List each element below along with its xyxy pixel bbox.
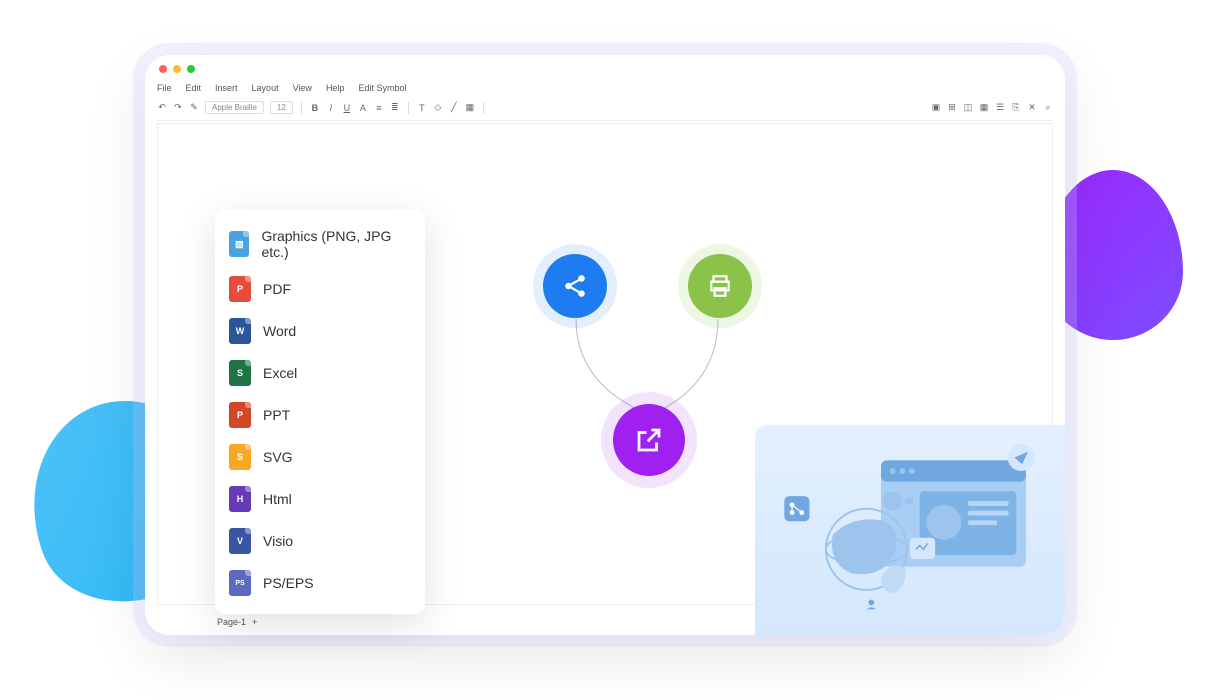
export-ppt[interactable]: P PPT	[215, 394, 425, 436]
line-icon[interactable]: ╱	[449, 103, 459, 113]
font-selector[interactable]: Apple Braille	[205, 101, 264, 114]
menu-edit[interactable]: Edit	[186, 83, 202, 93]
minimize-button[interactable]	[173, 65, 181, 73]
html-file-icon: H	[229, 486, 251, 512]
close-button[interactable]	[159, 65, 167, 73]
pdf-file-icon: P	[229, 276, 251, 302]
export-graphics-label: Graphics (PNG, JPG etc.)	[261, 228, 411, 260]
ppt-file-icon: P	[229, 402, 251, 428]
menu-layout[interactable]: Layout	[252, 83, 279, 93]
export-format-menu: ▧ Graphics (PNG, JPG etc.) P PDF W Word …	[215, 210, 425, 614]
table-icon[interactable]: ⊞	[947, 103, 957, 113]
menu-insert[interactable]: Insert	[215, 83, 238, 93]
bold-icon[interactable]: B	[310, 103, 320, 113]
maximize-button[interactable]	[187, 65, 195, 73]
share-node[interactable]	[543, 254, 607, 318]
shadow-icon[interactable]: ▦	[465, 103, 475, 113]
clipboard-icon[interactable]: ☰	[995, 103, 1005, 113]
align-left-icon[interactable]: ≡	[374, 103, 384, 113]
export-graphics[interactable]: ▧ Graphics (PNG, JPG etc.)	[215, 220, 425, 268]
redo-icon[interactable]: ↷	[173, 103, 183, 113]
menu-bar: File Edit Insert Layout View Help Edit S…	[157, 83, 406, 93]
italic-icon[interactable]: I	[326, 103, 336, 113]
page-tabs: Page-1 +	[217, 617, 257, 627]
export-icon	[634, 425, 664, 455]
preview-card	[755, 425, 1065, 635]
export-pdf[interactable]: P PDF	[215, 268, 425, 310]
printer-icon	[707, 273, 733, 299]
undo-icon[interactable]: ↶	[157, 103, 167, 113]
export-ps-eps[interactable]: PS PS/EPS	[215, 562, 425, 604]
export-pdf-label: PDF	[263, 281, 291, 297]
print-node[interactable]	[688, 254, 752, 318]
export-svg-label: SVG	[263, 449, 293, 465]
ps-file-icon: PS	[229, 570, 251, 596]
menu-view[interactable]: View	[293, 83, 312, 93]
link-icon[interactable]: ⎘	[1011, 103, 1021, 113]
share-icon	[562, 273, 588, 299]
preview-illustration	[773, 443, 1047, 617]
export-word[interactable]: W Word	[215, 310, 425, 352]
export-node[interactable]	[613, 404, 685, 476]
font-size-selector[interactable]: 12	[270, 101, 293, 114]
export-ps-eps-label: PS/EPS	[263, 575, 314, 591]
add-page-button[interactable]: +	[252, 617, 257, 627]
image-icon[interactable]: ▣	[931, 103, 941, 113]
export-ppt-label: PPT	[263, 407, 290, 423]
excel-file-icon: S	[229, 360, 251, 386]
export-excel[interactable]: S Excel	[215, 352, 425, 394]
export-html-label: Html	[263, 491, 292, 507]
export-svg[interactable]: S SVG	[215, 436, 425, 478]
fill-icon[interactable]: ◇	[433, 103, 443, 113]
text-box-icon[interactable]: T	[417, 103, 427, 113]
underline-icon[interactable]: U	[342, 103, 352, 113]
export-word-label: Word	[263, 323, 296, 339]
export-excel-label: Excel	[263, 365, 297, 381]
menu-file[interactable]: File	[157, 83, 172, 93]
font-color-icon[interactable]: A	[358, 103, 368, 113]
format-painter-icon[interactable]: ✎	[189, 103, 199, 113]
window-controls	[159, 65, 195, 73]
svg-file-icon: S	[229, 444, 251, 470]
toolbar: ↶ ↷ ✎ Apple Braille 12 B I U A ≡ ≣ T ◇ ╱…	[157, 101, 1053, 121]
visio-file-icon: V	[229, 528, 251, 554]
menu-help[interactable]: Help	[326, 83, 345, 93]
page-tab-1[interactable]: Page-1	[217, 617, 246, 627]
settings-icon[interactable]: ✕	[1027, 103, 1037, 113]
word-file-icon: W	[229, 318, 251, 344]
export-visio[interactable]: V Visio	[215, 520, 425, 562]
image-file-icon: ▧	[229, 231, 249, 257]
menu-edit-symbol[interactable]: Edit Symbol	[358, 83, 406, 93]
chart-icon[interactable]: ◫	[963, 103, 973, 113]
search-icon[interactable]: ⌕	[1043, 103, 1053, 113]
export-visio-label: Visio	[263, 533, 293, 549]
export-html[interactable]: H Html	[215, 478, 425, 520]
grid-icon[interactable]: ▦	[979, 103, 989, 113]
align-center-icon[interactable]: ≣	[390, 103, 400, 113]
